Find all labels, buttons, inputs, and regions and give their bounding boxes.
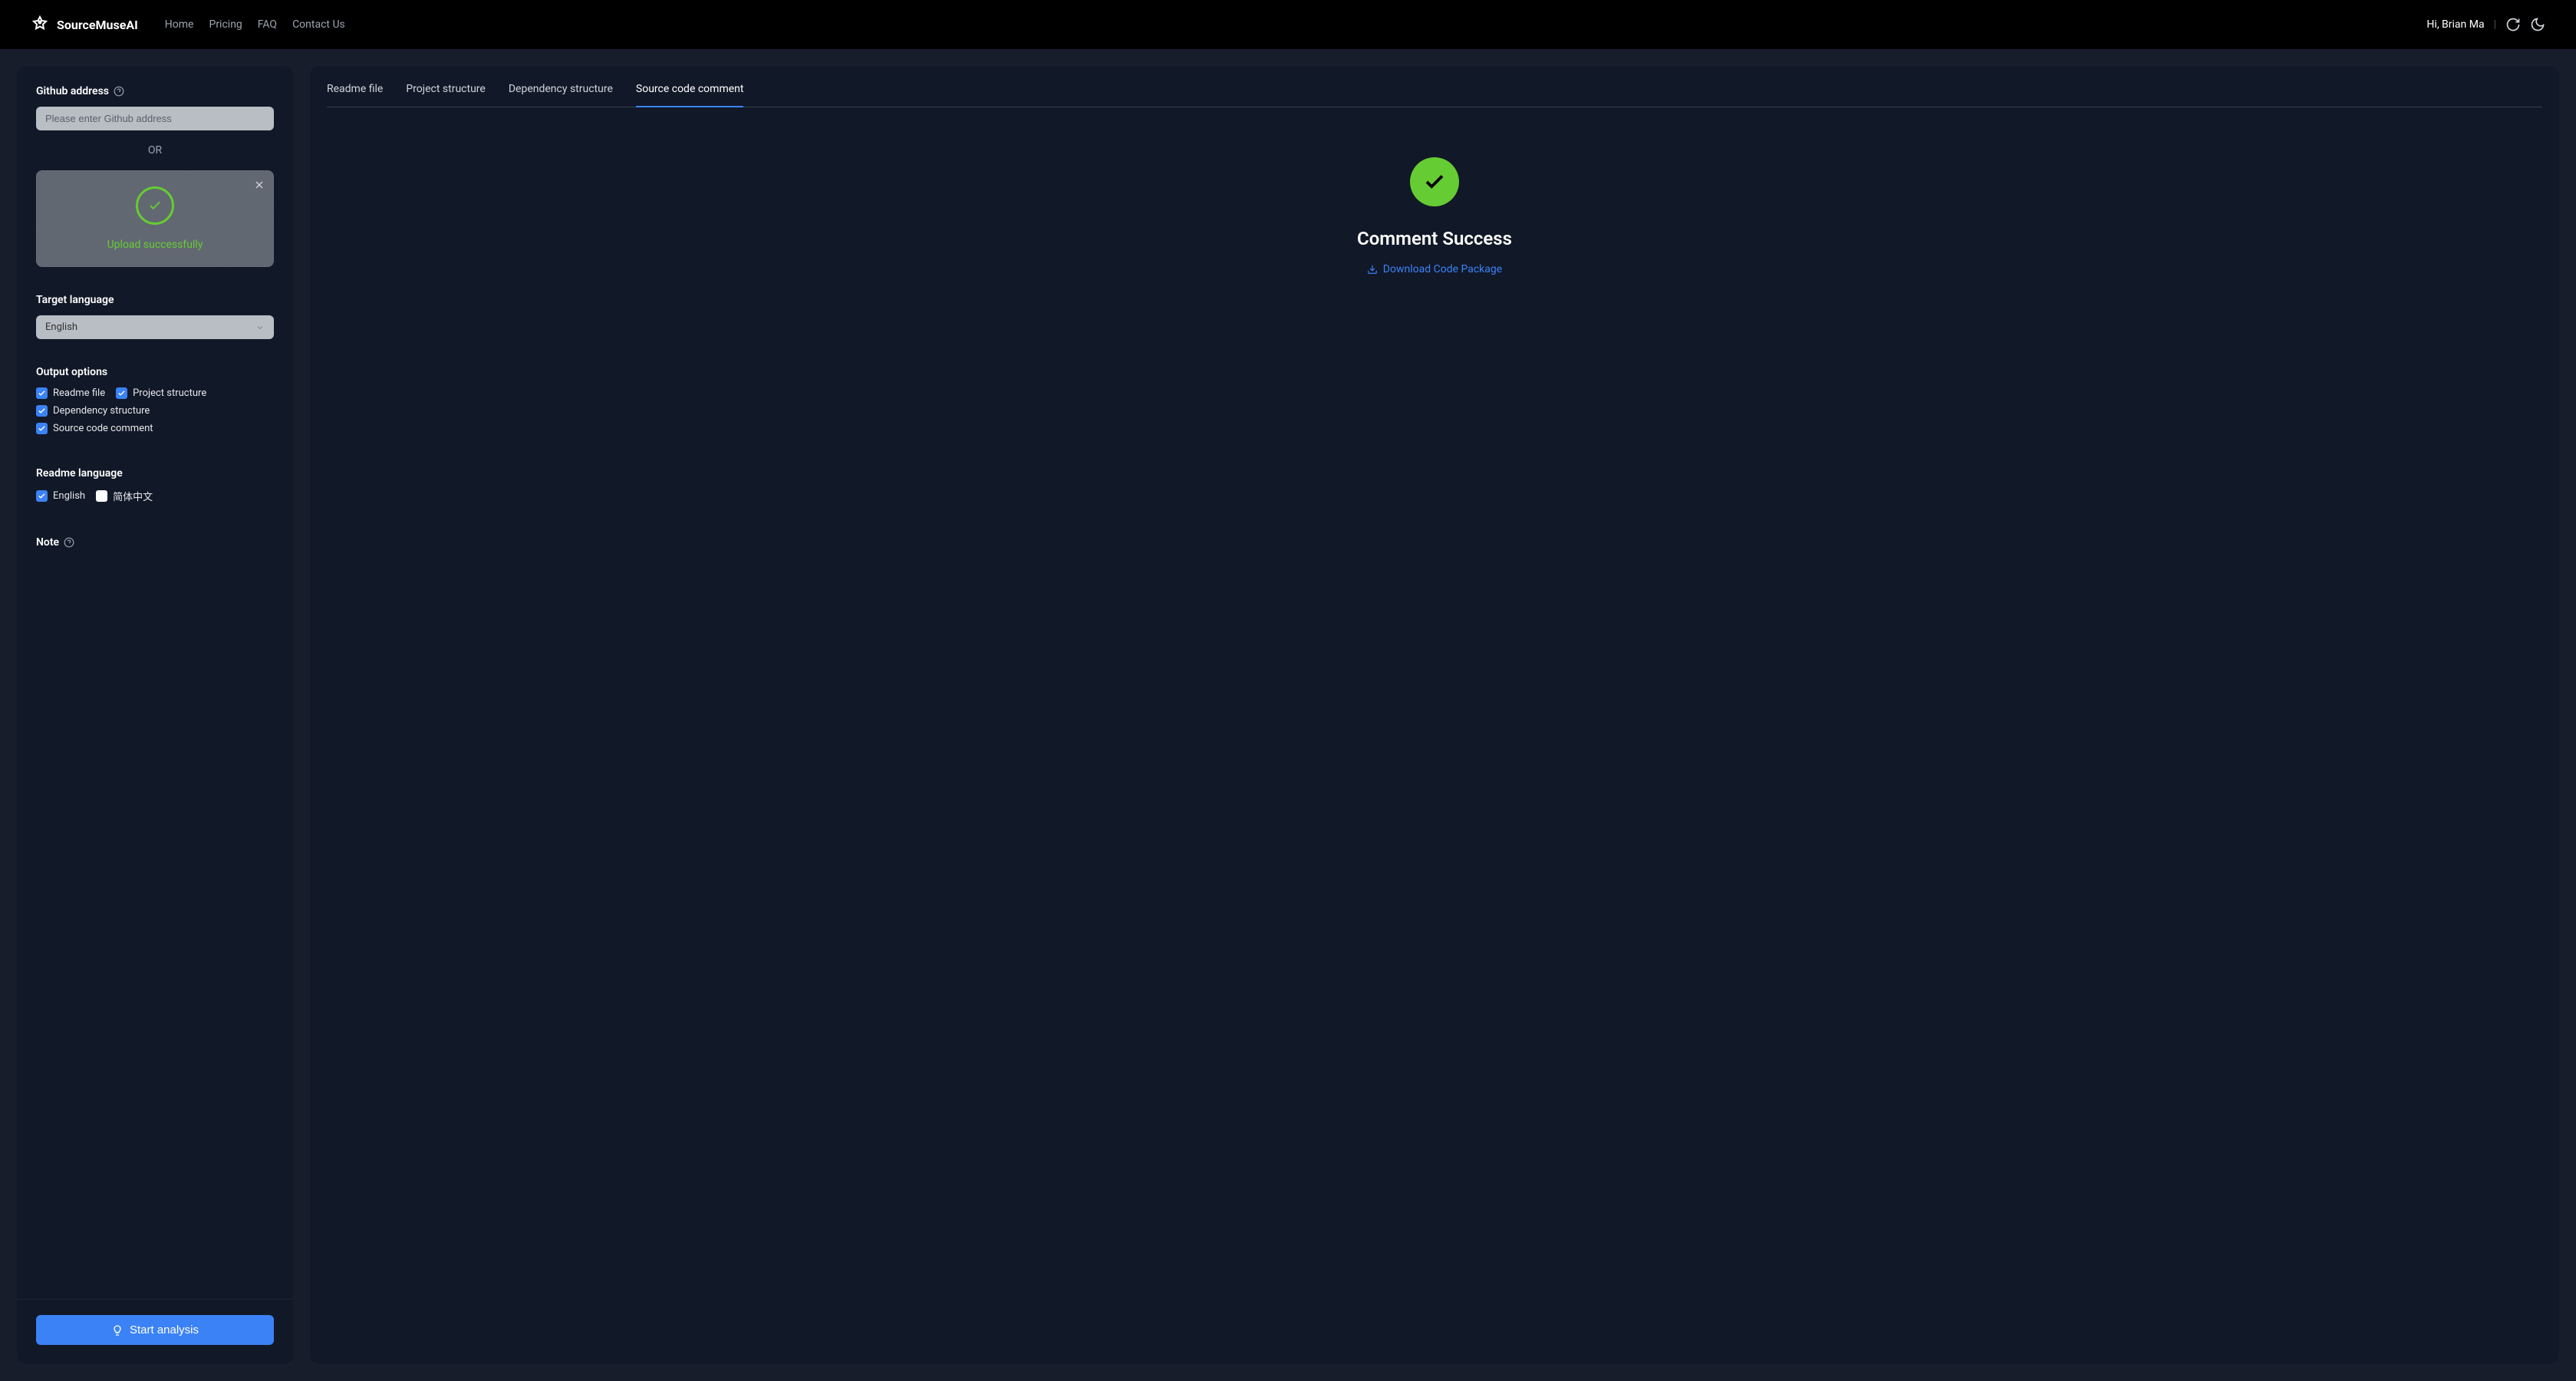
header-bar: SourceMuseAI Home Pricing FAQ Contact Us… [0,0,2576,49]
success-title: Comment Success [1357,228,1512,249]
header-left: SourceMuseAI Home Pricing FAQ Contact Us [31,15,345,34]
moon-icon[interactable] [2530,17,2545,32]
output-options-row2: Dependency structure [36,405,274,417]
readme-language-label: Readme language [36,467,274,480]
target-language-label: Target language [36,294,274,306]
github-address-label: Github address [36,85,274,97]
sidebar-content: Github address OR [36,85,274,1299]
brand-logo[interactable]: SourceMuseAI [31,15,138,34]
download-icon [1367,264,1378,275]
nav-contact[interactable]: Contact Us [292,18,345,31]
checkbox-input [36,405,48,417]
readme-langs-row: English 简体中文 [36,489,274,503]
nav-faq[interactable]: FAQ [258,18,277,31]
upload-status-text: Upload successfully [107,239,203,251]
checkbox-label: Dependency structure [53,405,150,417]
user-greeting: Hi, Brian Ma [2426,18,2484,31]
github-label-text: Github address [36,85,109,97]
github-address-input[interactable] [36,107,274,130]
output-options-label: Output options [36,366,274,378]
checkbox-input [116,387,127,399]
star-icon [31,15,49,34]
header-right: Hi, Brian Ma | [2426,17,2545,32]
checkbox-input [36,490,48,502]
nav-menu: Home Pricing FAQ Contact Us [165,18,345,31]
nav-pricing[interactable]: Pricing [209,18,242,31]
checkbox-input [36,387,48,399]
chevron-down-icon [255,323,265,332]
header-divider: | [2494,18,2496,31]
target-language-select[interactable]: English [36,315,274,339]
or-divider: OR [36,144,274,157]
note-label-text: Note [36,536,59,549]
output-options-row1: Readme file Project structure [36,387,274,399]
download-link[interactable]: Download Code Package [1367,263,1502,275]
checkbox-english[interactable]: English [36,489,85,503]
upload-check-icon [136,186,174,225]
content-panel: Readme file Project structure Dependency… [310,66,2559,1364]
checkbox-dependency-structure[interactable]: Dependency structure [36,405,150,417]
output-options-row3: Source code comment [36,423,274,434]
start-button-label: Start analysis [130,1323,199,1337]
upload-area[interactable]: Upload successfully [36,170,274,267]
checkbox-input [36,423,48,434]
nav-home[interactable]: Home [165,18,194,31]
tab-source-code-comment[interactable]: Source code comment [636,83,744,107]
checkbox-label: English [53,490,85,502]
help-icon[interactable] [64,537,74,548]
checkbox-chinese[interactable]: 简体中文 [96,489,153,503]
checkbox-label: Source code comment [53,423,153,434]
checkbox-label: Project structure [133,387,206,399]
checkbox-project-structure[interactable]: Project structure [116,387,206,399]
close-icon[interactable] [253,179,265,191]
help-icon[interactable] [114,86,124,97]
tab-readme[interactable]: Readme file [327,83,383,107]
bulb-icon [111,1324,124,1337]
checkbox-source-code-comment[interactable]: Source code comment [36,423,153,434]
sidebar: Github address OR [17,66,293,1364]
main-container: Github address OR [0,49,2576,1381]
sidebar-footer: Start analysis [17,1299,293,1364]
note-label: Note [36,536,274,549]
checkbox-input [96,490,107,502]
success-check-icon [1410,157,1459,206]
checkbox-readme-file[interactable]: Readme file [36,387,105,399]
checkbox-label: Readme file [53,387,105,399]
tabs: Readme file Project structure Dependency… [327,83,2542,107]
brand-name: SourceMuseAI [57,18,138,32]
target-language-value: English [45,321,77,333]
download-text: Download Code Package [1383,263,1502,275]
tab-dependency-structure[interactable]: Dependency structure [509,83,613,107]
start-analysis-button[interactable]: Start analysis [36,1315,274,1345]
refresh-icon[interactable] [2505,17,2521,32]
checkbox-label: 简体中文 [113,489,153,503]
tab-project-structure[interactable]: Project structure [406,83,486,107]
content-body: Comment Success Download Code Package [327,107,2542,275]
